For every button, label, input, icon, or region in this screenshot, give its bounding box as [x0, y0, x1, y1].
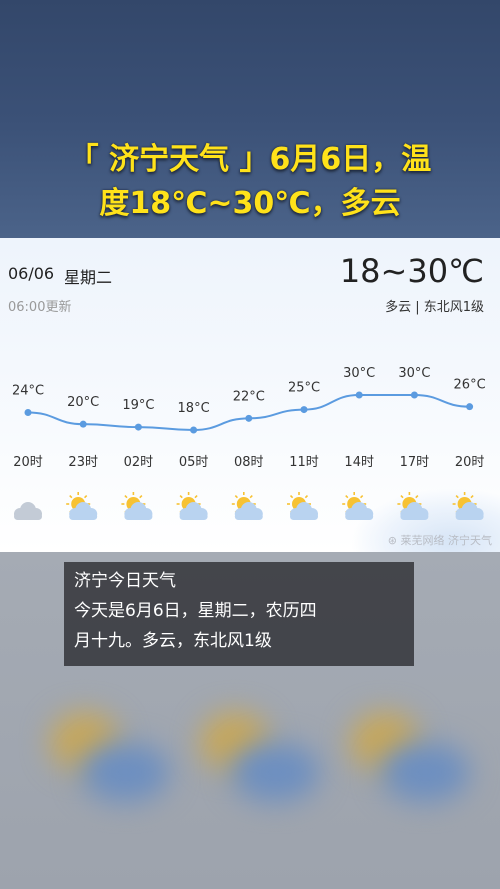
- hour-label: 05时: [179, 455, 209, 470]
- temperature-label: 25°C: [288, 381, 320, 396]
- hour-label: 14时: [344, 455, 374, 470]
- hour-label: 08时: [234, 455, 264, 470]
- headline-line-2: 度18℃~30℃，多云: [99, 186, 401, 221]
- temperature-label: 20°C: [67, 395, 99, 410]
- temperature-point: [79, 420, 87, 428]
- hour-label: 23时: [68, 455, 98, 470]
- temperature-point: [300, 406, 308, 414]
- temperature-point: [355, 391, 363, 399]
- hour-label: 20时: [455, 455, 485, 470]
- temperature-label: 30°C: [343, 366, 375, 381]
- temperature-label: 24°C: [12, 384, 44, 399]
- temperature-label: 30°C: [398, 366, 430, 381]
- temperature-point: [410, 391, 418, 399]
- temperature-point: [134, 423, 142, 431]
- partly-cloudy-icon: [176, 492, 208, 520]
- temperature-point: [24, 409, 32, 416]
- temperature-label: 26°C: [454, 378, 486, 393]
- headline-line-1: 「 济宁天气 」6月6日，温: [68, 142, 432, 177]
- blurred-cloud-icon: [80, 742, 170, 802]
- hour-label: 02时: [124, 455, 154, 470]
- weather-card: 06/06 星期二 06:00更新 18~30℃ 多云 | 东北风1级 24°C…: [0, 238, 500, 552]
- watermark: ⊛ 莱芜网络 济宁天气: [387, 534, 492, 547]
- temperature-label: 19°C: [122, 398, 154, 413]
- caption-box: 济宁今日天气 今天是6月6日，星期二，农历四 月十九。多云，东北风1级: [64, 562, 414, 666]
- blurred-cloud-icon: [230, 742, 320, 802]
- cloudy-night-icon: [14, 502, 42, 520]
- partly-cloudy-icon: [287, 492, 318, 520]
- temperature-point: [466, 403, 474, 411]
- caption-line-2: 今天是6月6日，星期二，农历四: [74, 601, 317, 621]
- caption-line-3: 月十九。多云，东北风1级: [74, 631, 272, 651]
- partly-cloudy-icon: [121, 492, 153, 520]
- headline: 「 济宁天气 」6月6日，温 度18℃~30℃，多云: [0, 138, 500, 226]
- caption-line-1: 济宁今日天气: [74, 571, 176, 591]
- partly-cloudy-icon: [231, 492, 263, 520]
- temperature-point: [190, 426, 198, 434]
- hour-label: 20时: [13, 455, 43, 470]
- partly-cloudy-icon: [342, 492, 374, 520]
- partly-cloudy-icon: [397, 492, 429, 520]
- temperature-point: [245, 414, 253, 422]
- partly-cloudy-icon: [66, 492, 98, 520]
- hour-label: 11时: [289, 455, 319, 470]
- blurred-cloud-icon: [380, 742, 470, 802]
- temperature-label: 22°C: [233, 389, 265, 404]
- temperature-label: 18°C: [178, 401, 210, 416]
- partly-cloudy-icon: [452, 492, 484, 520]
- hourly-temperature-chart: 24°C 20时 20°C 23时 19°C 02时 18°C 05时 22°C 08时 25°C 1…: [12, 366, 486, 520]
- hour-label: 17时: [400, 455, 430, 470]
